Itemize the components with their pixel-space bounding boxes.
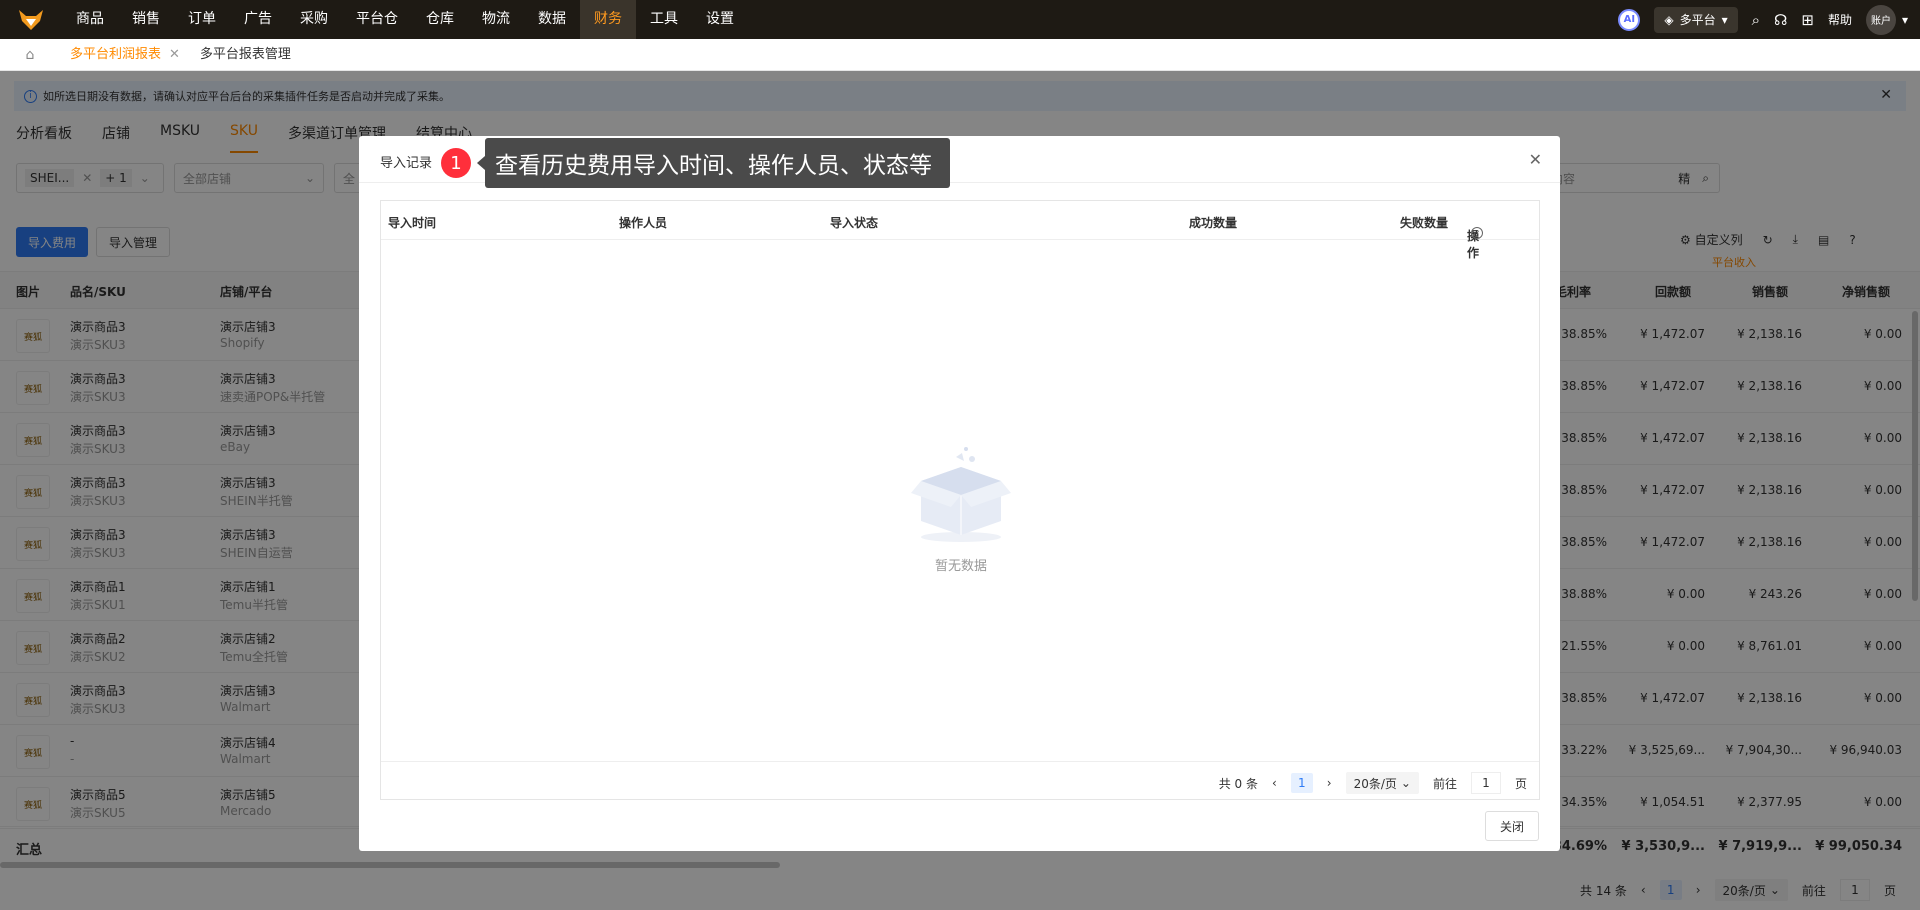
caret-down-icon: ▾ — [1901, 12, 1908, 27]
nav-item-purchase[interactable]: 采购 — [286, 0, 342, 39]
pager-total: 共 0 条 — [1218, 776, 1258, 791]
page-tab-bar: ⌂ 多平台利润报表 ✕ 多平台报表管理 — [0, 39, 1920, 71]
modal-pagination-inner: 共 0 条 ‹ 1 › 20条/页 ⌄ 前往 1 页 — [1219, 772, 1527, 794]
nav-right: AI ◈ 多平台 ▾ ⌕ ☊ ⊞ 帮助 账户 ▾ — [1618, 0, 1908, 39]
close-icon[interactable]: ✕ — [169, 47, 180, 62]
col-operator: 操作人员 — [619, 216, 668, 230]
nav-item-sales[interactable]: 销售 — [118, 0, 174, 39]
modal-close-button[interactable]: 关闭 — [1484, 811, 1539, 841]
top-nav: 商品 销售 订单 广告 采购 平台仓 仓库 物流 数据 财务 工具 设置 AI … — [0, 0, 1920, 39]
empty-state: 暂无数据 — [881, 441, 1041, 574]
modal-table-header: 导入时间 操作人员 导入状态 成功数量 失败数量 操作? — [381, 201, 1539, 260]
nav-item-finance[interactable]: 财务 — [580, 0, 636, 39]
pager-goto-input[interactable]: 1 — [1470, 772, 1501, 794]
fox-logo-icon[interactable] — [0, 0, 62, 39]
account-menu[interactable]: 账户 ▾ — [1865, 4, 1908, 35]
chevron-down-icon: ⌄ — [1400, 776, 1411, 790]
pager-goto: 前往 — [1432, 776, 1457, 791]
pager-page[interactable]: 1 — [1290, 773, 1313, 793]
question-icon[interactable]: ? — [1471, 227, 1483, 239]
modal-title: 导入记录 — [380, 156, 433, 171]
layers-icon: ◈ — [1664, 12, 1674, 27]
avatar: 账户 — [1865, 4, 1896, 35]
col-fail-count: 失败数量 — [1400, 216, 1449, 230]
chevron-left-icon[interactable]: ‹ — [1272, 776, 1277, 790]
search-icon[interactable]: ⌕ — [1752, 11, 1760, 29]
empty-text: 暂无数据 — [934, 559, 987, 574]
chevron-right-icon[interactable]: › — [1327, 776, 1332, 790]
nav-item-platform-warehouse[interactable]: 平台仓 — [342, 0, 412, 39]
step-badge: 1 — [441, 148, 471, 178]
modal-table: 导入时间 操作人员 导入状态 成功数量 失败数量 操作? 暂无数据 共 0 条 … — [380, 200, 1540, 800]
col-import-time: 导入时间 — [388, 216, 437, 230]
headset-icon[interactable]: ☊ — [1774, 11, 1787, 29]
apps-grid-icon[interactable]: ⊞ — [1801, 11, 1814, 29]
tooltip-text: 查看历史费用导入时间、操作人员、状态等 — [485, 138, 950, 188]
help-link[interactable]: 帮助 — [1828, 11, 1852, 28]
tab-report-manage[interactable]: 多平台报表管理 — [190, 39, 301, 71]
page-size-select[interactable]: 20条/页 ⌄ — [1345, 772, 1419, 794]
pager-page-unit: 页 — [1514, 776, 1527, 791]
nav-item-products[interactable]: 商品 — [62, 0, 118, 39]
modal-pagination: 共 0 条 ‹ 1 › 20条/页 ⌄ 前往 1 页 — [381, 761, 1539, 800]
tab-label: 多平台利润报表 — [70, 46, 162, 62]
platform-select-label: 多平台 — [1679, 13, 1716, 27]
nav-item-warehouse[interactable]: 仓库 — [412, 0, 468, 39]
import-records-modal: 导入记录 ✕ 导入时间 操作人员 导入状态 成功数量 失败数量 操作? 暂无数据… — [359, 136, 1560, 851]
nav-item-ads[interactable]: 广告 — [230, 0, 286, 39]
tooltip-arrow — [477, 156, 485, 170]
close-icon[interactable]: ✕ — [1529, 150, 1542, 169]
ai-assistant-icon[interactable]: AI — [1618, 8, 1641, 31]
col-success-count: 成功数量 — [1189, 216, 1238, 230]
platform-select[interactable]: ◈ 多平台 ▾ — [1654, 6, 1738, 33]
nav-item-orders[interactable]: 订单 — [174, 0, 230, 39]
caret-down-icon: ▾ — [1721, 12, 1728, 27]
home-icon[interactable]: ⌂ — [0, 47, 60, 63]
nav-item-data[interactable]: 数据 — [524, 0, 580, 39]
guide-tooltip: 1 查看历史费用导入时间、操作人员、状态等 — [441, 138, 950, 188]
col-import-status: 导入状态 — [830, 216, 879, 230]
tab-profit-report[interactable]: 多平台利润报表 ✕ — [60, 39, 190, 71]
page-size-label: 20条/页 — [1353, 776, 1397, 791]
nav-item-tools[interactable]: 工具 — [636, 0, 692, 39]
app-root: 商品 销售 订单 广告 采购 平台仓 仓库 物流 数据 财务 工具 设置 AI … — [0, 0, 1920, 910]
empty-box-icon — [911, 447, 1011, 542]
nav-item-logistics[interactable]: 物流 — [468, 0, 524, 39]
nav-item-settings[interactable]: 设置 — [692, 0, 748, 39]
